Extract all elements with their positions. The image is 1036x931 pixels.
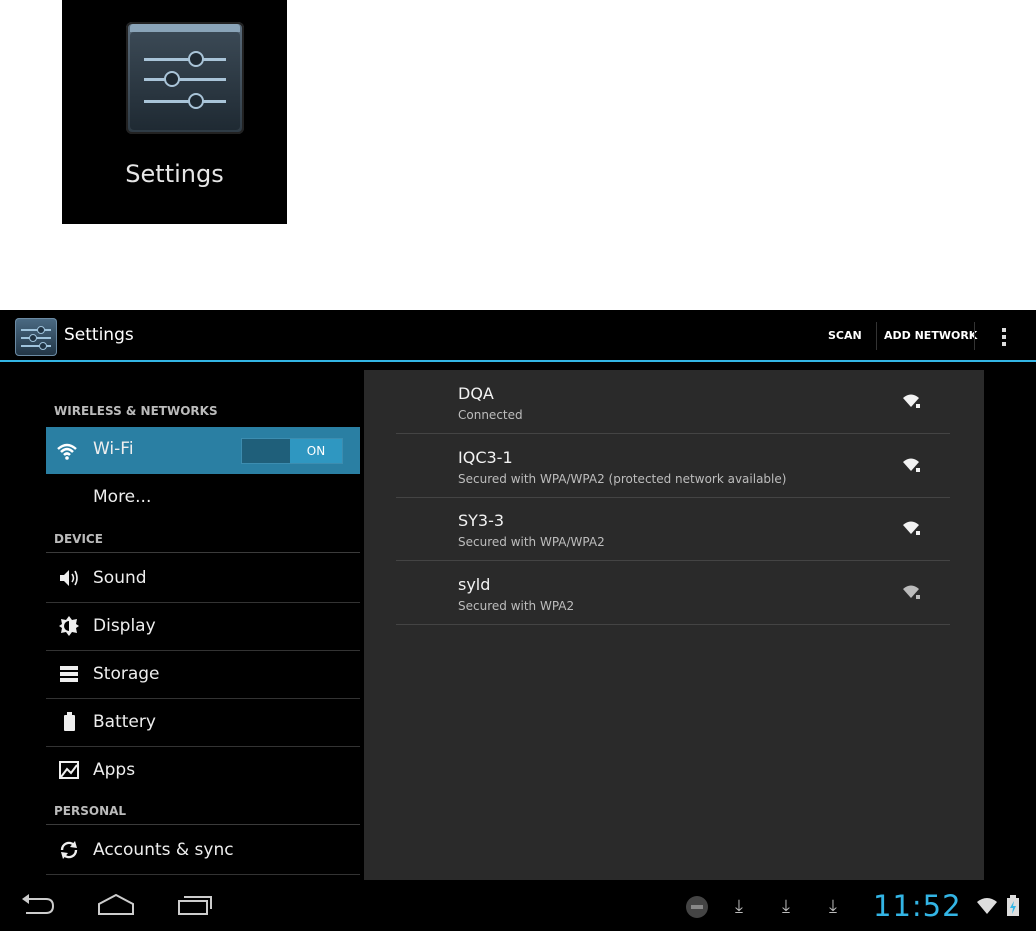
add-network-button[interactable]: ADD NETWORK xyxy=(884,310,977,362)
sidebar-item-wifi[interactable]: Wi-Fi ON xyxy=(46,427,360,474)
status-clock[interactable]: 11:52 xyxy=(873,889,962,923)
storage-icon xyxy=(60,666,78,682)
page-title: Settings xyxy=(64,325,134,345)
wifi-signal-icon xyxy=(903,521,920,535)
network-ssid: DQA xyxy=(458,384,494,403)
sync-icon xyxy=(60,841,78,859)
sidebar-item-apps[interactable]: Apps xyxy=(46,747,360,794)
battery-icon xyxy=(64,712,75,731)
notification-dot-icon[interactable] xyxy=(685,895,709,919)
battery-status-icon xyxy=(1007,895,1019,916)
device-screen: Settings SCAN ADD NETWORK WIRELESS & NET… xyxy=(0,310,1036,931)
display-label: Display xyxy=(93,616,156,636)
row-divider xyxy=(46,874,360,875)
row-divider xyxy=(396,624,950,625)
sidebar-item-battery[interactable]: Battery xyxy=(46,699,360,746)
category-personal: PERSONAL xyxy=(54,804,127,818)
action-divider xyxy=(876,322,877,350)
download-icon[interactable]: ⤓ xyxy=(782,896,790,917)
download-icon[interactable]: ⤓ xyxy=(735,896,743,917)
brightness-icon xyxy=(59,616,79,636)
settings-sliders-icon xyxy=(126,22,244,134)
wifi-signal-icon xyxy=(903,394,920,408)
wifi-status-icon xyxy=(977,898,997,914)
scan-button[interactable]: SCAN xyxy=(828,310,862,362)
wifi-signal-icon xyxy=(903,585,920,599)
network-status: Secured with WPA/WPA2 (protected network… xyxy=(458,472,787,486)
wifi-signal-icon xyxy=(903,458,920,472)
sidebar-item-storage[interactable]: Storage xyxy=(46,651,360,698)
network-row[interactable]: DQA Connected xyxy=(396,370,950,433)
network-ssid: IQC3-1 xyxy=(458,448,513,467)
recent-apps-icon[interactable] xyxy=(177,894,213,916)
sound-label: Sound xyxy=(93,568,147,588)
wifi-toggle[interactable]: ON xyxy=(241,438,343,464)
sidebar-item-sound[interactable]: Sound xyxy=(46,555,360,602)
network-row[interactable]: syld Secured with WPA2 xyxy=(396,561,950,624)
battery-label: Battery xyxy=(93,712,156,732)
settings-menu: WIRELESS & NETWORKS Wi-Fi ON More... DEV… xyxy=(46,362,362,882)
network-status: Connected xyxy=(458,408,523,422)
network-ssid: SY3-3 xyxy=(458,511,505,530)
download-icon[interactable]: ⤓ xyxy=(829,896,837,917)
category-wireless: WIRELESS & NETWORKS xyxy=(54,404,218,418)
wifi-label: Wi-Fi xyxy=(93,439,134,459)
launcher-caption: Settings xyxy=(125,160,224,188)
network-row[interactable]: SY3-3 Secured with WPA/WPA2 xyxy=(396,497,950,560)
network-status: Secured with WPA/WPA2 xyxy=(458,535,605,549)
category-divider xyxy=(46,552,360,553)
back-icon[interactable] xyxy=(20,894,56,916)
action-divider xyxy=(974,322,975,350)
network-status: Secured with WPA2 xyxy=(458,599,575,613)
overflow-menu-icon[interactable] xyxy=(996,326,1012,348)
network-ssid: syld xyxy=(458,575,491,594)
sidebar-item-display[interactable]: Display xyxy=(46,603,360,650)
more-label: More... xyxy=(93,487,152,507)
apps-icon xyxy=(59,761,79,779)
settings-app-icon[interactable] xyxy=(15,318,57,356)
storage-label: Storage xyxy=(93,664,160,684)
action-bar: Settings SCAN ADD NETWORK xyxy=(0,310,1036,362)
category-divider xyxy=(46,824,360,825)
launcher-settings-shortcut[interactable]: Settings xyxy=(62,0,287,224)
accounts-label: Accounts & sync xyxy=(93,840,234,860)
speaker-icon xyxy=(60,570,78,586)
category-device: DEVICE xyxy=(54,532,103,546)
system-navigation-bar: ⤓ ⤓ ⤓ 11:52 xyxy=(0,882,1036,931)
apps-label: Apps xyxy=(93,760,136,780)
wifi-network-list: DQA Connected IQC3-1 Secured with WPA/WP… xyxy=(364,370,984,880)
wifi-toggle-state: ON xyxy=(290,439,342,463)
network-row[interactable]: IQC3-1 Secured with WPA/WPA2 (protected … xyxy=(396,434,950,497)
sidebar-item-more[interactable]: More... xyxy=(46,474,360,521)
sidebar-item-accounts[interactable]: Accounts & sync xyxy=(46,827,360,874)
home-icon[interactable] xyxy=(97,894,135,916)
wifi-icon xyxy=(57,443,77,460)
